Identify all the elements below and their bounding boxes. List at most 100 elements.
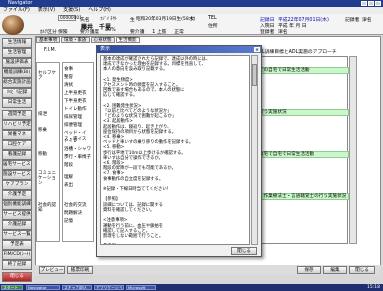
dialog-scroll-thumb[interactable] <box>252 64 257 86</box>
sidebar-item[interactable]: サービス提供 <box>2 210 32 220</box>
sidebar-item[interactable]: サービス一覧 <box>2 230 32 240</box>
patient-avatar <box>2 15 24 35</box>
care-level-label: 要介護度 <box>80 30 100 35</box>
sidebar-item[interactable]: 居宅サービス計画書 <box>2 160 32 170</box>
patient-id-field[interactable]: 00000001 <box>58 15 82 21</box>
category-column: セルフケア 排泄 移乗 移動 コミュニケーション 社会的認知 <box>36 62 60 242</box>
item-label: 清拭 <box>64 83 73 88</box>
tel-label: TEL <box>208 16 217 21</box>
sidebar-item[interactable]: 生活管理 <box>2 48 32 58</box>
window-title: Navigator <box>8 0 33 6</box>
item-label: 整容 <box>64 75 73 80</box>
menu-support[interactable]: 支援(S) <box>63 7 80 14</box>
dialog-title-bar: 表示 ✕ <box>97 46 261 53</box>
tab-basic[interactable]: 基本事項 <box>36 37 60 43</box>
item-label: 歩行・車椅子 <box>64 155 91 160</box>
preview-button[interactable]: プレビュー <box>39 266 65 274</box>
category-self-care: セルフケア <box>38 71 56 81</box>
minimize-icon[interactable] <box>361 1 367 6</box>
close-icon[interactable] <box>375 1 381 6</box>
dialog-text[interactable]: 基本の達成が確認されたら記録で、達成以外の時には、 達成できなかった理由を記録す… <box>100 55 250 245</box>
dialog-close-icon[interactable]: ✕ <box>254 47 260 52</box>
item-label: 記憶 <box>64 219 73 224</box>
sidebar-item[interactable]: 介護記録 <box>2 220 32 230</box>
staff-label: 記録者 <box>345 18 360 23</box>
menu-file[interactable]: ファイル(F) <box>3 7 30 14</box>
status-text: 要介護 1 上肢 正常 <box>130 30 184 35</box>
reg-label: 登録者 <box>260 30 275 35</box>
menu-view[interactable]: 表示(V) <box>38 7 55 14</box>
patient-dob: 昭和20年03月19日生(58才) <box>136 17 196 22</box>
start-button[interactable]: スタート <box>1 285 23 290</box>
item-label: 下半身更衣 <box>64 99 87 104</box>
item-column: 食事 整容 清拭 上半身更衣 下半身更衣 トイレ動作 排尿管理 排便管理 ベッド… <box>62 62 94 242</box>
taskbar: スタート Navigator スキャナ取込 アプリケーション Microsoft… <box>0 284 383 291</box>
dialog-title: 表示 <box>100 46 111 52</box>
item-label: 階段 <box>64 163 73 168</box>
item-label: 問題解決 <box>64 211 82 216</box>
care-level: 30% <box>105 28 116 33</box>
sidebar-item[interactable]: 週間予定 <box>2 110 32 120</box>
close-button[interactable]: 閉じる <box>349 266 375 274</box>
window-title-bar: Navigator <box>0 0 383 7</box>
sidebar-item[interactable]: 栄養マネ <box>2 130 32 140</box>
record-type: 保険 <box>58 30 68 35</box>
info-dialog: 表示 ✕ 基本の達成が確認されたら記録で、達成以外の時には、 達成できなかった理… <box>96 45 262 257</box>
right-table-header: ADL訓練目標とADL実施のアプローチ <box>255 50 337 55</box>
dob-label: 生 <box>130 18 135 23</box>
maximize-icon[interactable] <box>368 1 374 6</box>
sidebar-item[interactable]: 生活情報 <box>2 38 32 48</box>
menu-bar: ファイル(F) 表示(V) 支援(S) ヘルプ(H) <box>0 7 383 14</box>
sidebar-item[interactable]: 看護記録 <box>2 150 32 160</box>
sidebar-item[interactable]: 終了記録 <box>2 260 32 270</box>
patient-gender: 女 <box>190 17 195 22</box>
tab-bar: 基本事項 環境・家族 心身状態 生活機能 <box>36 37 140 43</box>
item-label: 社会的交流 <box>64 203 87 208</box>
category-locomotion: 移動 <box>38 152 47 157</box>
sidebar-item[interactable]: 施設サービス計画書 <box>2 170 32 180</box>
item-label: 排便管理 <box>64 123 82 128</box>
sidebar-item[interactable]: 総合実施計画 <box>2 78 32 88</box>
taskbar-item[interactable]: スキャナ取込 <box>62 285 92 290</box>
dialog-close-button[interactable]: 閉じる <box>231 247 257 255</box>
patient-kana: ﾌｼﾞｲ ﾁｻﾄ <box>100 17 118 22</box>
edit-button[interactable]: 編集 <box>323 266 347 274</box>
sidebar: 生活情報 生活管理 施設評価表 機能訓練(BI) 総合実施計画 ﾘﾊﾋﾞﾘ記録 … <box>0 36 34 284</box>
save-button[interactable]: 保存 <box>297 266 321 274</box>
item-label: 理解 <box>64 175 73 180</box>
dialog-scrollbar[interactable] <box>251 55 258 245</box>
sidebar-item[interactable]: 口腔ケア <box>2 140 32 150</box>
tab-mind-body[interactable]: 心身状態 <box>90 37 115 43</box>
sidebar-item[interactable]: 機能訓練(BI) <box>2 68 32 78</box>
reg-name: 津名 <box>278 30 293 35</box>
category-excretion: 排泄 <box>38 112 47 117</box>
taskbar-item[interactable]: アプリケーション <box>94 285 124 290</box>
item-label: トイレ動作 <box>64 107 87 112</box>
sidebar-item[interactable]: FIM/CD(ｼｰﾄ) <box>2 250 32 260</box>
sidebar-item[interactable]: ﾘﾊﾋﾞﾘ記録 <box>2 88 32 98</box>
category-social: 社会的認知 <box>38 203 56 213</box>
window-controls <box>361 1 381 6</box>
taskbar-item[interactable]: Microsoft <box>126 285 156 290</box>
sidebar-item[interactable]: 予定表 <box>2 240 32 250</box>
right-table-scrollbar[interactable] <box>349 56 357 244</box>
staff-name: 津名 <box>362 18 377 23</box>
sidebar-item[interactable]: 日常生活 <box>2 98 32 108</box>
item-label: 上半身更衣 <box>64 91 87 96</box>
sidebar-item[interactable]: 施設評価表 <box>2 58 32 68</box>
tab-life-function[interactable]: 生活機能 <box>115 37 140 43</box>
category-transfer: 移乗 <box>38 128 47 133</box>
sidebar-exit-button[interactable]: 閉じる <box>2 272 32 282</box>
item-label: トイレ <box>64 139 78 144</box>
sidebar-item[interactable]: リハビリ予定 <box>2 120 32 130</box>
taskbar-item[interactable]: Navigator <box>26 285 60 290</box>
sidebar-item[interactable]: 介護予定 <box>2 190 32 200</box>
sidebar-item[interactable]: ケアプラン <box>2 180 32 190</box>
tab-environment[interactable]: 環境・家族 <box>61 37 90 43</box>
sidebar-item[interactable]: 個別機能訓練 <box>2 200 32 210</box>
menu-help[interactable]: ヘルプ(H) <box>88 7 111 14</box>
record-type-label: ｶﾙﾃ区分 <box>40 30 57 35</box>
print-button[interactable]: 帳票印刷 <box>67 266 93 274</box>
item-label: 表出 <box>64 183 73 188</box>
category-communication: コミュニケーション <box>38 171 56 186</box>
